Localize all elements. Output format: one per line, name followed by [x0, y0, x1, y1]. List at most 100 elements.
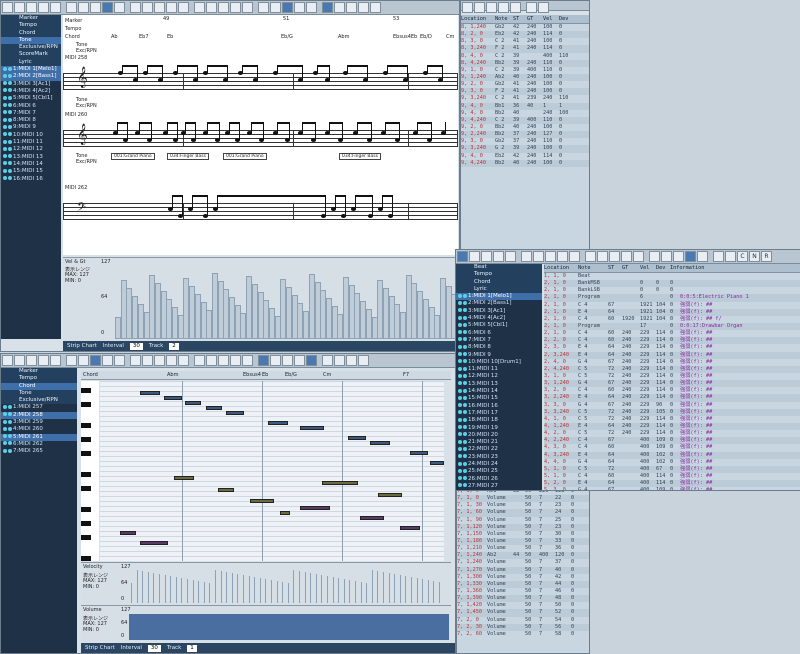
track-mute-icon[interactable]	[463, 359, 467, 364]
black-key[interactable]	[81, 507, 91, 512]
track-mute-icon[interactable]	[463, 446, 467, 451]
track-row[interactable]: 5:MIDI 5[Cbl1]	[456, 322, 542, 329]
track-row[interactable]: 11:MIDI 11	[1, 139, 61, 146]
toolbar-button[interactable]	[178, 2, 189, 13]
piano-keyboard[interactable]	[81, 381, 99, 561]
velocity-bar[interactable]	[220, 571, 222, 603]
track-row[interactable]: 15:MIDI 15	[1, 168, 61, 175]
track-mute-icon[interactable]	[8, 146, 12, 151]
track-row[interactable]: 4:MIDI 260	[1, 426, 77, 433]
track-row[interactable]: 6:MIDI 6	[1, 103, 61, 110]
velocity-bar[interactable]	[383, 572, 384, 603]
track-row[interactable]: 12:MIDI 12	[1, 146, 61, 153]
tone-box[interactable]: 001:Grand Piano	[223, 153, 267, 160]
black-key[interactable]	[81, 402, 91, 407]
track-field[interactable]: 2	[169, 342, 179, 350]
column-header[interactable]: Dev	[559, 15, 573, 23]
velocity-bar[interactable]	[175, 577, 177, 603]
velocity-bar[interactable]	[422, 579, 424, 603]
event-row[interactable]: 8, 1,240 Gb2 42 240 100 0	[461, 24, 589, 31]
toolbar-button[interactable]	[242, 2, 253, 13]
column-header[interactable]: Location	[544, 264, 578, 272]
toolbar-button[interactable]	[510, 2, 521, 13]
column-header[interactable]: ST	[513, 15, 527, 23]
track-mute-icon[interactable]	[8, 448, 12, 453]
track-mute-icon[interactable]	[463, 388, 467, 393]
track-row[interactable]: 18:MIDI 18	[456, 417, 542, 424]
track-row[interactable]: 19:MIDI 19	[456, 425, 542, 432]
velocity-bar[interactable]	[187, 579, 188, 603]
column-header[interactable]: Information	[670, 264, 704, 272]
midi-note[interactable]	[360, 516, 384, 520]
toolbar-button[interactable]	[230, 2, 241, 13]
track-mute-icon[interactable]	[463, 454, 467, 459]
midi-note[interactable]	[348, 436, 366, 440]
toolbar-button[interactable]	[114, 355, 125, 366]
track-mute-icon[interactable]	[463, 468, 467, 473]
velocity-bar[interactable]	[332, 577, 334, 603]
midi-note[interactable]	[174, 476, 194, 480]
volume-event-list[interactable]: 7, 1, 0 Ab1 32 56 226 128 0 7, 1, 0 Volume 50 7 22 0…	[457, 488, 589, 653]
track-row[interactable]: 12:MIDI 12	[456, 373, 542, 380]
track-mute-icon[interactable]	[8, 81, 12, 86]
midi-note[interactable]	[120, 531, 136, 535]
track-row[interactable]: 8:MIDI 8	[456, 344, 542, 351]
black-key[interactable]	[81, 521, 91, 526]
velocity-bar[interactable]	[416, 578, 418, 603]
track-row[interactable]: 10:MIDI 10[Drum1]	[456, 359, 542, 366]
event-row[interactable]: 9, 3, 0 F 2 41 240 100 0	[461, 88, 589, 96]
toolbar-button[interactable]	[526, 2, 537, 13]
toolbar-button[interactable]	[462, 2, 473, 13]
velocity-bar[interactable]	[276, 581, 278, 603]
event-row[interactable]: 7, 1,180 Volume 50 7 33 0	[457, 537, 589, 546]
toolbar-button[interactable]	[633, 251, 644, 262]
track-row[interactable]: Marker	[1, 368, 77, 376]
toolbar-button[interactable]	[673, 251, 684, 262]
toolbar-button[interactable]	[166, 355, 177, 366]
piano-roll-ruler[interactable]: Chord Abm Ebsus4 Eb Eb/G Cm F7	[81, 371, 451, 380]
toolbar-letter-button[interactable]: C	[737, 251, 748, 262]
event-row[interactable]: 8, 3, 0 C 2 41 240 100 0	[461, 38, 589, 45]
track-row[interactable]: 22:MIDI 22	[456, 446, 542, 453]
velocity-bar[interactable]	[271, 580, 272, 603]
track-mute-icon[interactable]	[8, 110, 12, 115]
track-mute-icon[interactable]	[463, 395, 467, 400]
toolbar-button[interactable]	[569, 251, 580, 262]
midi-note[interactable]	[378, 493, 402, 497]
track-mute-icon[interactable]	[8, 426, 12, 431]
track-mute-icon[interactable]	[463, 344, 467, 349]
interval-field[interactable]: 30	[147, 644, 161, 652]
event-row[interactable]: 2, 1, 0 Program 17 0 0:0:17:Drawbar Organ	[544, 322, 800, 331]
event-row[interactable]: 8, 4,240 Bb2 39 240 110 0	[461, 59, 589, 67]
velocity-bar[interactable]	[310, 573, 312, 603]
event-row[interactable]: 7, 1,420 Volume 50 7 50 0	[457, 602, 589, 609]
track-row[interactable]: 13:MIDI 13	[456, 381, 542, 388]
event-row[interactable]: 9, 4,240 Bb2 40 240 100 0	[461, 159, 589, 167]
velocity-bar[interactable]	[299, 571, 300, 603]
column-header[interactable]: Vel	[543, 15, 559, 23]
toolbar-letter-button[interactable]: N	[749, 251, 760, 262]
tone-box[interactable]: 001:Grand Piano	[111, 153, 155, 160]
track-mute-icon[interactable]	[8, 132, 12, 137]
track-mute-icon[interactable]	[463, 315, 467, 320]
toolbar-button[interactable]	[26, 355, 37, 366]
event-row[interactable]: 4, 1, 0 C 5 72 240 229 114 0 強弱(f): ##	[544, 416, 800, 423]
event-row[interactable]: 2, 1, 0 Program 6 0 0:0:5:Electric Piano 1	[544, 294, 800, 302]
toolbar-button[interactable]	[597, 251, 608, 262]
toolbar-button[interactable]	[270, 355, 281, 366]
midi-note[interactable]	[226, 411, 244, 415]
velocity-bar[interactable]	[142, 571, 144, 603]
column-header[interactable]: Note	[578, 264, 608, 272]
track-mute-icon[interactable]	[8, 176, 12, 181]
event-row[interactable]: 9, 1,240 Ab2 40 240 100 0	[461, 73, 589, 82]
tone-box[interactable]: 034:Finger Bass	[339, 153, 381, 160]
track-row[interactable]: 27:MIDI 27	[456, 483, 542, 490]
toolbar-button[interactable]	[178, 355, 189, 366]
toolbar-button[interactable]	[685, 251, 696, 262]
midi-note[interactable]	[430, 461, 444, 465]
event-row[interactable]: 2, 1, 0C 4 60 240 229 114 0 強弱(f): ##	[544, 330, 800, 337]
toolbar-button[interactable]	[258, 355, 269, 366]
toolbar-button[interactable]	[697, 251, 708, 262]
event-list[interactable]: Location Note ST GT Vel Dev 8, 1,240 Gb2 42 240 10…	[461, 15, 589, 251]
event-row[interactable]: 7, 2, 60 Volume 50 7 58 0	[457, 631, 589, 638]
